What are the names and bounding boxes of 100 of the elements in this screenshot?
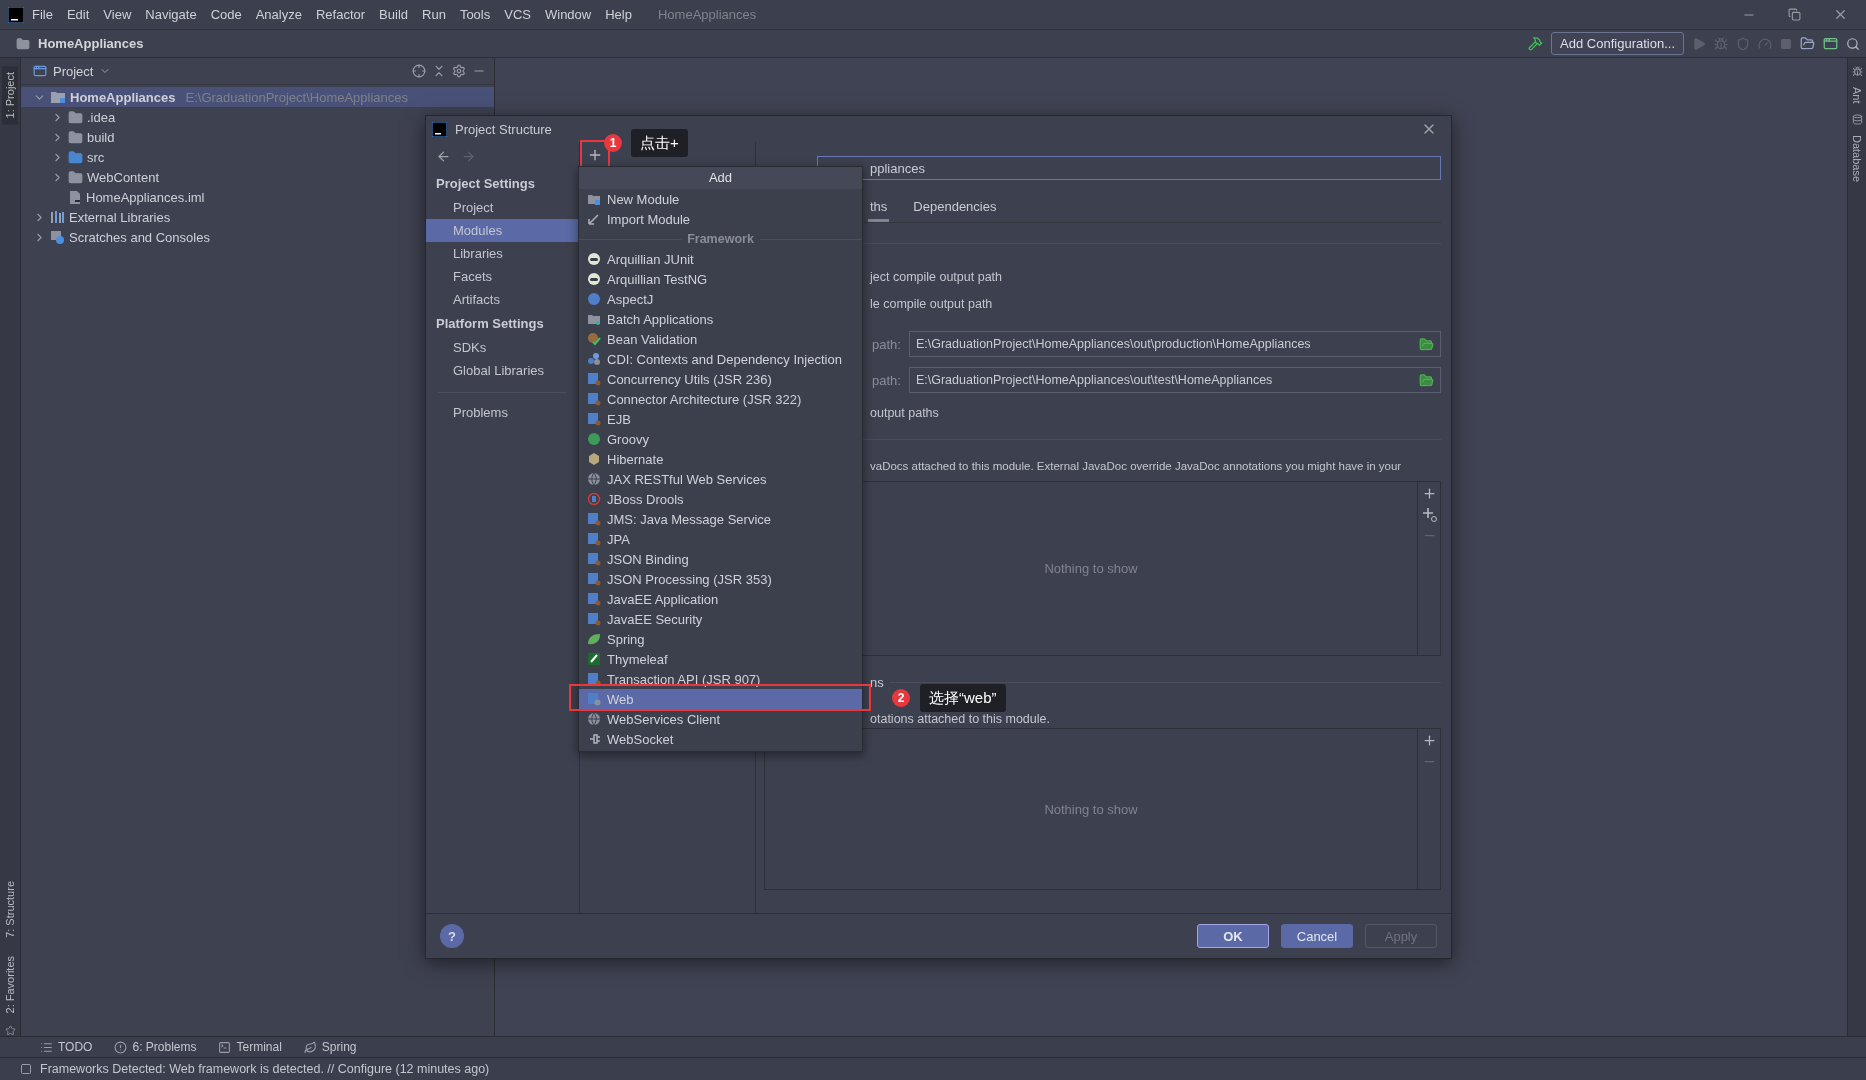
menu-item[interactable]: JSON Binding: [579, 549, 862, 569]
menu-item[interactable]: Import Module: [579, 209, 862, 229]
name-field[interactable]: ppliances: [817, 156, 1441, 180]
dialog-button[interactable]: OK: [1197, 924, 1269, 948]
sidebar-item[interactable]: Global Libraries: [426, 359, 579, 382]
tool-tab[interactable]: Spring: [303, 1040, 357, 1054]
tool-window-tab[interactable]: Database: [1850, 130, 1864, 186]
tree-item[interactable]: src: [21, 147, 494, 167]
menu-item[interactable]: Analyze: [249, 4, 308, 25]
menu-item[interactable]: WebSocket: [579, 729, 862, 749]
menu-item[interactable]: CDI: Contexts and Dependency Injection: [579, 349, 862, 369]
section-heading: Platform Settings: [435, 315, 545, 333]
app-logo-icon: [432, 121, 447, 137]
menu-item[interactable]: AspectJ: [579, 289, 862, 309]
menu-item[interactable]: JavaEE Application: [579, 589, 862, 609]
sidebar-item[interactable]: Problems: [426, 401, 579, 424]
menu-item[interactable]: Thymeleaf: [579, 649, 862, 669]
scratches-icon: [50, 230, 65, 244]
tool-window-tab[interactable]: 2: Favorites: [2, 949, 18, 1019]
menu-item[interactable]: Web: [579, 689, 862, 709]
tab[interactable]: Dependencies: [911, 194, 999, 222]
menu-item[interactable]: Help: [599, 4, 638, 25]
menu-item[interactable]: New Module: [579, 189, 862, 209]
database-icon: [1851, 113, 1863, 125]
sidebar-item[interactable]: SDKs: [426, 336, 579, 359]
add-icon[interactable]: [1421, 486, 1437, 501]
back-icon[interactable]: [436, 149, 451, 164]
sidebar-item[interactable]: Project: [426, 196, 579, 219]
menu-item[interactable]: VCS: [498, 4, 537, 25]
file-icon: [68, 189, 82, 205]
add-link-icon[interactable]: [1421, 507, 1437, 522]
tool-window-tab[interactable]: Ant: [1850, 83, 1864, 108]
menu-item[interactable]: EJB: [579, 409, 862, 429]
menu-title: Add: [579, 167, 862, 189]
tool-window-tab[interactable]: 1: Project: [2, 66, 18, 125]
breadcrumb-item[interactable]: HomeAppliances: [38, 36, 1521, 51]
sidebar-item[interactable]: Artifacts: [426, 288, 579, 311]
tool-tab[interactable]: 6: Problems: [114, 1040, 197, 1054]
menu-item[interactable]: Refactor: [309, 4, 372, 25]
app-logo-icon: [8, 6, 24, 23]
tool-tab[interactable]: Terminal: [218, 1040, 282, 1054]
sidebar-item[interactable]: Facets: [426, 265, 579, 288]
menu-item[interactable]: Groovy: [579, 429, 862, 449]
menu-item[interactable]: Concurrency Utils (JSR 236): [579, 369, 862, 389]
field-label: path:: [872, 372, 901, 388]
terminal-icon: [218, 1040, 232, 1054]
sphere-icon: [587, 272, 601, 286]
folder-icon: [68, 129, 83, 145]
settings-icon[interactable]: [452, 64, 466, 78]
close-icon[interactable]: [1833, 7, 1848, 22]
menu-item[interactable]: Edit: [60, 4, 96, 25]
menu-item[interactable]: Arquillian TestNG: [579, 269, 862, 289]
menu-item[interactable]: WebServices Client: [579, 709, 862, 729]
section-heading: ns: [870, 675, 884, 690]
menu-item[interactable]: Spring: [579, 629, 862, 649]
callout-label: 点击+: [631, 129, 688, 157]
help-button[interactable]: ?: [440, 924, 464, 948]
callout-label: 选择“web”: [920, 684, 1006, 712]
menu-item[interactable]: Build: [373, 4, 414, 25]
path-field[interactable]: E:\GraduationProject\HomeAppliances\out\test\HomeAppliances: [908, 367, 1441, 393]
add-icon[interactable]: [1421, 733, 1437, 748]
hammer-icon[interactable]: [1528, 36, 1544, 51]
sidebar-item[interactable]: Libraries: [426, 242, 579, 265]
menu-item[interactable]: Connector Architecture (JSR 322): [579, 389, 862, 409]
tool-tab[interactable]: TODO: [40, 1040, 93, 1054]
path-field[interactable]: E:\GraduationProject\HomeAppliances\out\production\HomeAppliances: [908, 331, 1441, 357]
menu-item[interactable]: File: [26, 4, 59, 25]
run-configuration-button[interactable]: Add Configuration...: [1551, 32, 1684, 55]
dialog-button[interactable]: Cancel: [1281, 924, 1353, 948]
window-icon[interactable]: [1823, 36, 1838, 51]
menu-item[interactable]: Run: [416, 4, 452, 25]
menu-item[interactable]: Batch Applications: [579, 309, 862, 329]
folder-icon[interactable]: [1419, 372, 1434, 388]
menu-item[interactable]: Hibernate: [579, 449, 862, 469]
menu-item[interactable]: JPA: [579, 529, 862, 549]
tab[interactable]: ths: [868, 194, 890, 222]
tile-icon: [587, 612, 601, 626]
menu-item[interactable]: JavaEE Security: [579, 609, 862, 629]
hexagon-icon: [587, 452, 601, 466]
menu-item[interactable]: JMS: Java Message Service: [579, 509, 862, 529]
folder-icon[interactable]: [1419, 336, 1434, 352]
menu-item[interactable]: JSON Processing (JSR 353): [579, 569, 862, 589]
tool-window-tab[interactable]: 7: Structure: [2, 874, 18, 944]
collapse-icon[interactable]: [432, 64, 446, 78]
menu-item[interactable]: Code: [204, 4, 248, 25]
panel-title[interactable]: Project: [53, 63, 94, 79]
menu-item[interactable]: Tools: [453, 4, 497, 25]
menu-item[interactable]: Arquillian JUnit: [579, 249, 862, 269]
menu-item[interactable]: View: [97, 4, 138, 25]
search-icon[interactable]: [1846, 36, 1860, 51]
menu-item[interactable]: Window: [538, 4, 598, 25]
menu-item[interactable]: JAX RESTful Web Services: [579, 469, 862, 489]
sphere-icon: [587, 252, 601, 266]
tile-icon: [587, 672, 601, 686]
menu-item[interactable]: Bean Validation: [579, 329, 862, 349]
locate-icon[interactable]: [412, 64, 426, 78]
menu-item[interactable]: Navigate: [139, 4, 203, 25]
restore-icon[interactable]: [1788, 8, 1801, 21]
menu-item[interactable]: JBoss Drools: [579, 489, 862, 509]
list-icon: [40, 1040, 53, 1054]
